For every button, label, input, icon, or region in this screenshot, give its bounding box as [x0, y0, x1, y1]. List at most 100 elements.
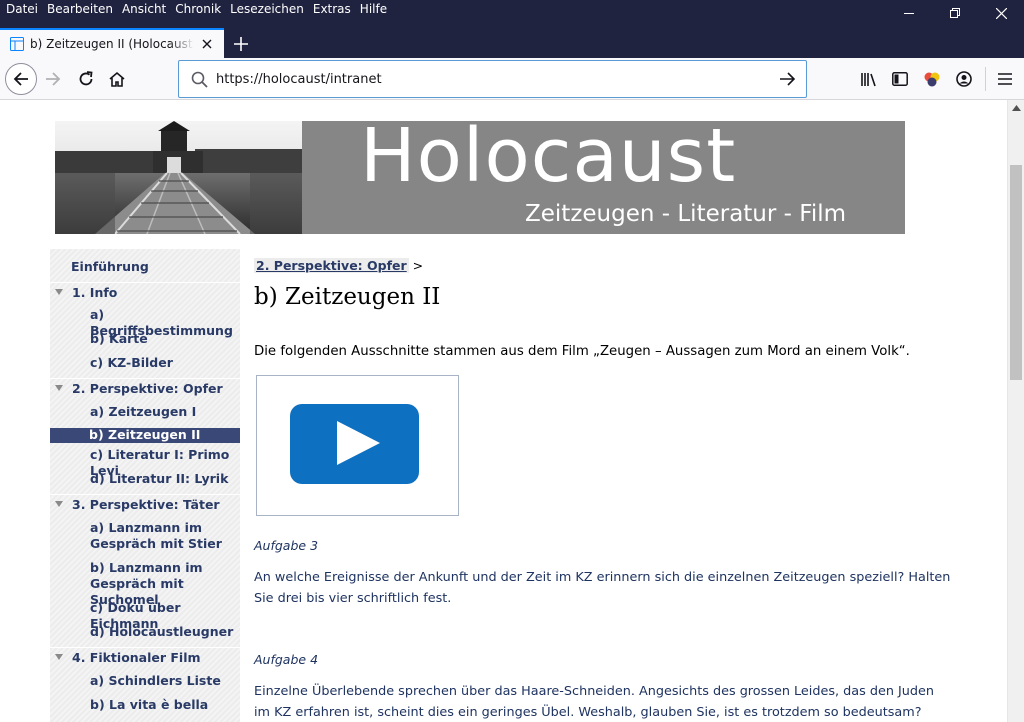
sidebar-item-label: c) KZ-Bilder	[90, 355, 173, 370]
minimize-button[interactable]	[886, 0, 932, 26]
arrow-right-icon	[46, 72, 61, 86]
search-icon	[191, 71, 208, 88]
sidebar-item-label: 2. Perspektive: Opfer	[72, 381, 223, 396]
play-button[interactable]	[290, 404, 419, 484]
sidebar-section-opfer[interactable]: 2. Perspektive: Opfer	[50, 378, 240, 400]
sidebar-item-lyrik[interactable]: d) Literatur II: Lyrik	[50, 471, 240, 487]
task-heading: Aufgabe 4	[254, 652, 319, 667]
sidebar-item-schindlers-liste[interactable]: a) Schindlers Liste	[50, 673, 240, 689]
restore-button[interactable]	[932, 0, 978, 26]
window-titlebar: Datei Bearbeiten Ansicht Chronik Lesezei…	[0, 0, 1024, 28]
library-button[interactable]	[859, 69, 879, 89]
breadcrumb-link[interactable]: 2. Perspektive: Opfer	[254, 258, 409, 273]
sidebar-item-kz-bilder[interactable]: c) KZ-Bilder	[50, 355, 240, 371]
task-text: An welche Ereignisse der Ankunft und der…	[254, 570, 951, 606]
scrollbar-thumb[interactable]	[1010, 165, 1022, 380]
account-icon	[956, 71, 972, 87]
color-extension-icon	[924, 72, 940, 87]
expander-triangle-icon[interactable]	[55, 501, 63, 507]
sidebar-section-info[interactable]: 1. Info	[50, 282, 240, 304]
forward-button[interactable]	[38, 64, 68, 94]
navigation-toolbar: https://holocaust/intranet	[0, 58, 1024, 100]
expander-triangle-icon[interactable]	[55, 289, 63, 295]
sidebar-item-label: a) Zeitzeugen I	[90, 404, 197, 419]
site-subtitle: Zeitzeugen - Literatur - Film	[525, 201, 847, 227]
sidebar-item-la-vita-e-bella[interactable]: b) La vita è bella	[50, 697, 240, 713]
tab-active[interactable]: b) Zeitzeugen II (Holocaustprojekt)	[0, 28, 224, 58]
sidebar-item-zeitzeugen-1[interactable]: a) Zeitzeugen I	[50, 404, 240, 420]
tab-title: b) Zeitzeugen II (Holocaustprojekt)	[30, 37, 194, 51]
extension-button[interactable]	[922, 69, 942, 89]
sidebar-item-label: 1. Info	[72, 285, 118, 300]
account-button[interactable]	[954, 69, 974, 89]
task-heading: Aufgabe 3	[254, 538, 319, 553]
toolbar-separator	[985, 67, 986, 91]
sidebar-item-label: b) Lanzmann im	[90, 560, 203, 575]
sidebar-item-label: a) Schindlers Liste	[90, 673, 221, 688]
sidebar-item-eichmann[interactable]: c) Doku über Eichmann	[50, 600, 240, 631]
menu-history[interactable]: Chronik	[169, 0, 224, 20]
sidebar-item-einfuehrung[interactable]: Einführung	[50, 259, 240, 275]
sidebar-item-begriffsbestimmung[interactable]: a) Begriffsbestimmung	[50, 307, 240, 338]
menu-tools[interactable]: Extras	[307, 0, 354, 20]
close-icon	[995, 7, 1007, 19]
menu-edit[interactable]: Bearbeiten	[41, 0, 116, 20]
sidebar-item-label: a) Lanzmann im	[90, 520, 202, 535]
site-title: Holocaust	[360, 113, 737, 199]
sidebar-button[interactable]	[890, 69, 910, 89]
new-tab-button[interactable]	[230, 33, 252, 55]
intro-text: Die folgenden Ausschnitte stammen aus de…	[254, 344, 910, 359]
menu-bar: Datei Bearbeiten Ansicht Chronik Lesezei…	[0, 0, 390, 20]
home-button[interactable]	[102, 64, 132, 94]
task-text: Einzelne Überlebende sprechen über das H…	[254, 684, 935, 720]
reload-button[interactable]	[71, 64, 101, 94]
sidebar-item-label: d) Literatur II: Lyrik	[90, 471, 229, 486]
sidebar-item-zeitzeugen-2[interactable]: b) Zeitzeugen II	[50, 427, 240, 443]
sidebar-item-label: 4. Fiktionaler Film	[72, 650, 201, 665]
tab-strip: b) Zeitzeugen II (Holocaustprojekt)	[0, 28, 1024, 58]
sidebar-item-label: 3. Perspektive: Täter	[72, 497, 220, 512]
expander-triangle-icon[interactable]	[55, 654, 63, 660]
breadcrumb: 2. Perspektive: Opfer >	[254, 258, 423, 273]
sidebar-item-lanzmann-stier[interactable]: a) Lanzmann im Gespräch mit Stier	[50, 520, 240, 552]
breadcrumb-separator: >	[412, 258, 424, 273]
scroll-up-arrow-icon[interactable]	[1012, 105, 1021, 111]
sidebar-item-holocaustleugner[interactable]: d) Holocaustleugner	[50, 624, 240, 640]
menu-bookmarks[interactable]: Lesezeichen	[224, 0, 307, 20]
hamburger-icon	[998, 73, 1012, 85]
close-window-button[interactable]	[978, 0, 1024, 26]
go-arrow-icon[interactable]	[779, 71, 796, 87]
window-controls	[886, 0, 1024, 28]
page-title: b) Zeitzeugen II	[254, 284, 441, 310]
sidebar-item-label: d) Holocaustleugner	[90, 624, 234, 639]
url-text[interactable]: https://holocaust/intranet	[216, 72, 382, 87]
reload-icon	[79, 71, 93, 86]
sidebar-icon	[892, 72, 908, 86]
sidebar-item-lanzmann-suchomel[interactable]: b) Lanzmann im Gespräch mit Suchomel	[50, 560, 240, 607]
sidebar-item-primo-levi[interactable]: c) Literatur I: Primo Levi	[50, 447, 240, 478]
vertical-scrollbar[interactable]	[1007, 100, 1024, 722]
tab-close-icon[interactable]	[200, 37, 214, 51]
page-icon	[10, 37, 24, 51]
library-icon	[861, 73, 876, 87]
restore-icon	[950, 8, 960, 18]
sidebar-item-label: b) Zeitzeugen II	[89, 427, 201, 442]
back-button[interactable]	[5, 63, 37, 95]
app-menu-button[interactable]	[995, 69, 1015, 89]
arrow-left-icon	[13, 72, 28, 86]
site-banner: Holocaust Zeitzeugen - Literatur - Film	[55, 113, 905, 234]
sidebar-section-taeter[interactable]: 3. Perspektive: Täter	[50, 494, 240, 516]
plus-icon	[234, 37, 248, 51]
menu-view[interactable]: Ansicht	[116, 0, 169, 20]
video-player[interactable]	[256, 375, 459, 516]
railway-photo-image	[55, 121, 302, 234]
sidebar-section-film[interactable]: 4. Fiktionaler Film	[50, 647, 240, 669]
menu-help[interactable]: Hilfe	[354, 0, 390, 20]
sidebar-item-karte[interactable]: b) Karte	[50, 331, 240, 347]
address-bar[interactable]: https://holocaust/intranet	[178, 60, 807, 98]
sidebar-item-label: b) La vita è bella	[90, 697, 209, 712]
home-icon	[109, 71, 125, 87]
menu-file[interactable]: Datei	[0, 0, 41, 20]
expander-triangle-icon[interactable]	[55, 385, 63, 391]
sidebar-navigation: Einführung 1. Info a) Begriffsbestimmung…	[50, 249, 240, 722]
